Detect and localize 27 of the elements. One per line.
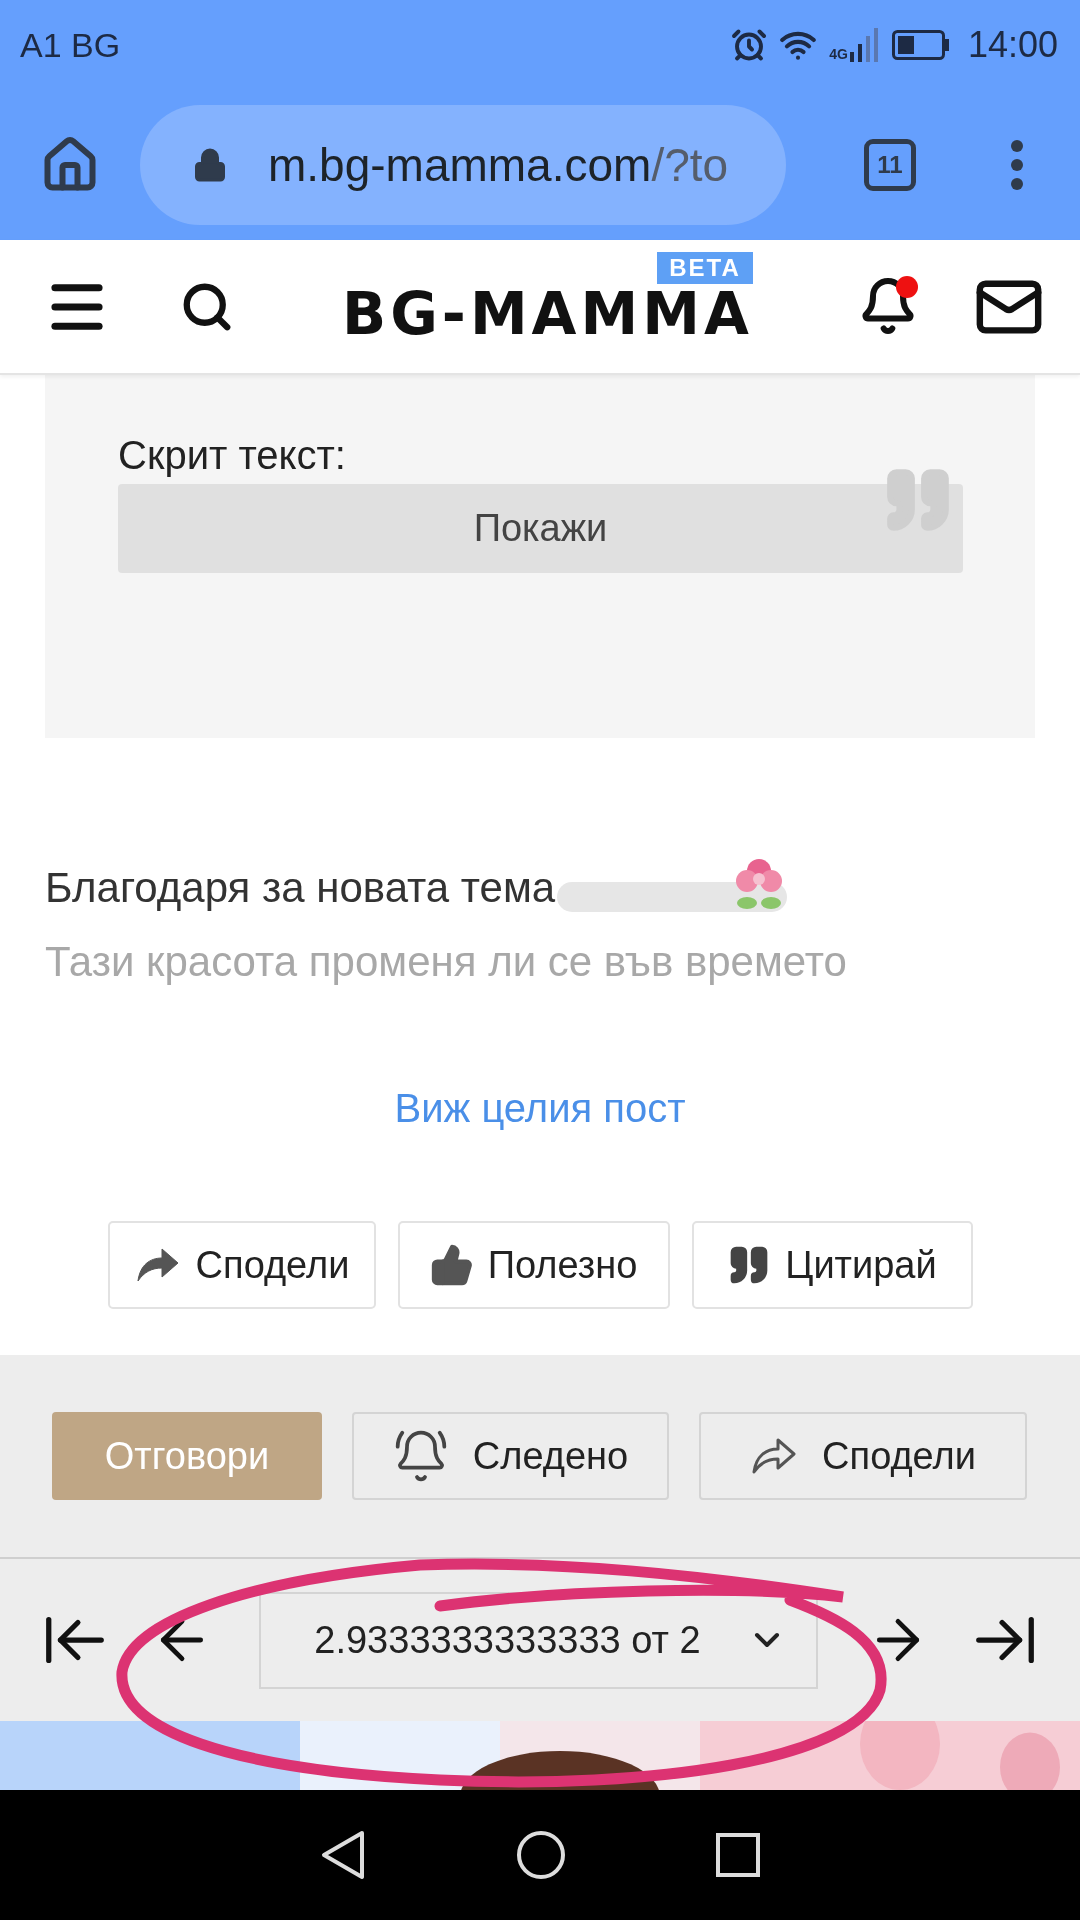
- thumbs-up-icon: [429, 1243, 474, 1287]
- lock-icon: [192, 147, 228, 183]
- url-path: /?to: [651, 138, 729, 192]
- topic-action-button[interactable]: Сподели: [699, 1412, 1027, 1500]
- url-host: m.bg-mamma.com: [268, 138, 652, 192]
- post-action-button[interactable]: Цитирай: [691, 1221, 973, 1309]
- signal-icon: [849, 28, 880, 62]
- post-text: Тази красота променя ли се във времето: [45, 938, 848, 987]
- more-menu-icon[interactable]: [1010, 139, 1024, 191]
- alarm-icon: [731, 27, 768, 63]
- show-button[interactable]: Покажи: [118, 484, 963, 573]
- topic-action-button[interactable]: Следено: [352, 1412, 669, 1500]
- address-bar[interactable]: m.bg-mamma.com/?to: [140, 105, 786, 225]
- network-type: 4G: [829, 46, 848, 62]
- back-icon[interactable]: [320, 1829, 366, 1881]
- recents-icon[interactable]: [716, 1833, 760, 1877]
- post-action-button[interactable]: Полезно: [397, 1221, 670, 1309]
- battery-icon: [891, 30, 950, 60]
- page-select[interactable]: 2.9333333333333 от 2: [259, 1591, 818, 1689]
- home-circle-icon[interactable]: [516, 1830, 566, 1880]
- post-action-button[interactable]: Сподели: [107, 1221, 376, 1309]
- carrier-name: A1 BG: [20, 25, 122, 65]
- clock-time: 14:00: [967, 24, 1058, 66]
- hidden-text-label: Скрит текст:: [118, 433, 347, 478]
- post-text: Благодаря за новата тема: [45, 864, 556, 912]
- beta-badge: BETA: [657, 251, 753, 284]
- tab-count[interactable]: 11: [864, 139, 916, 191]
